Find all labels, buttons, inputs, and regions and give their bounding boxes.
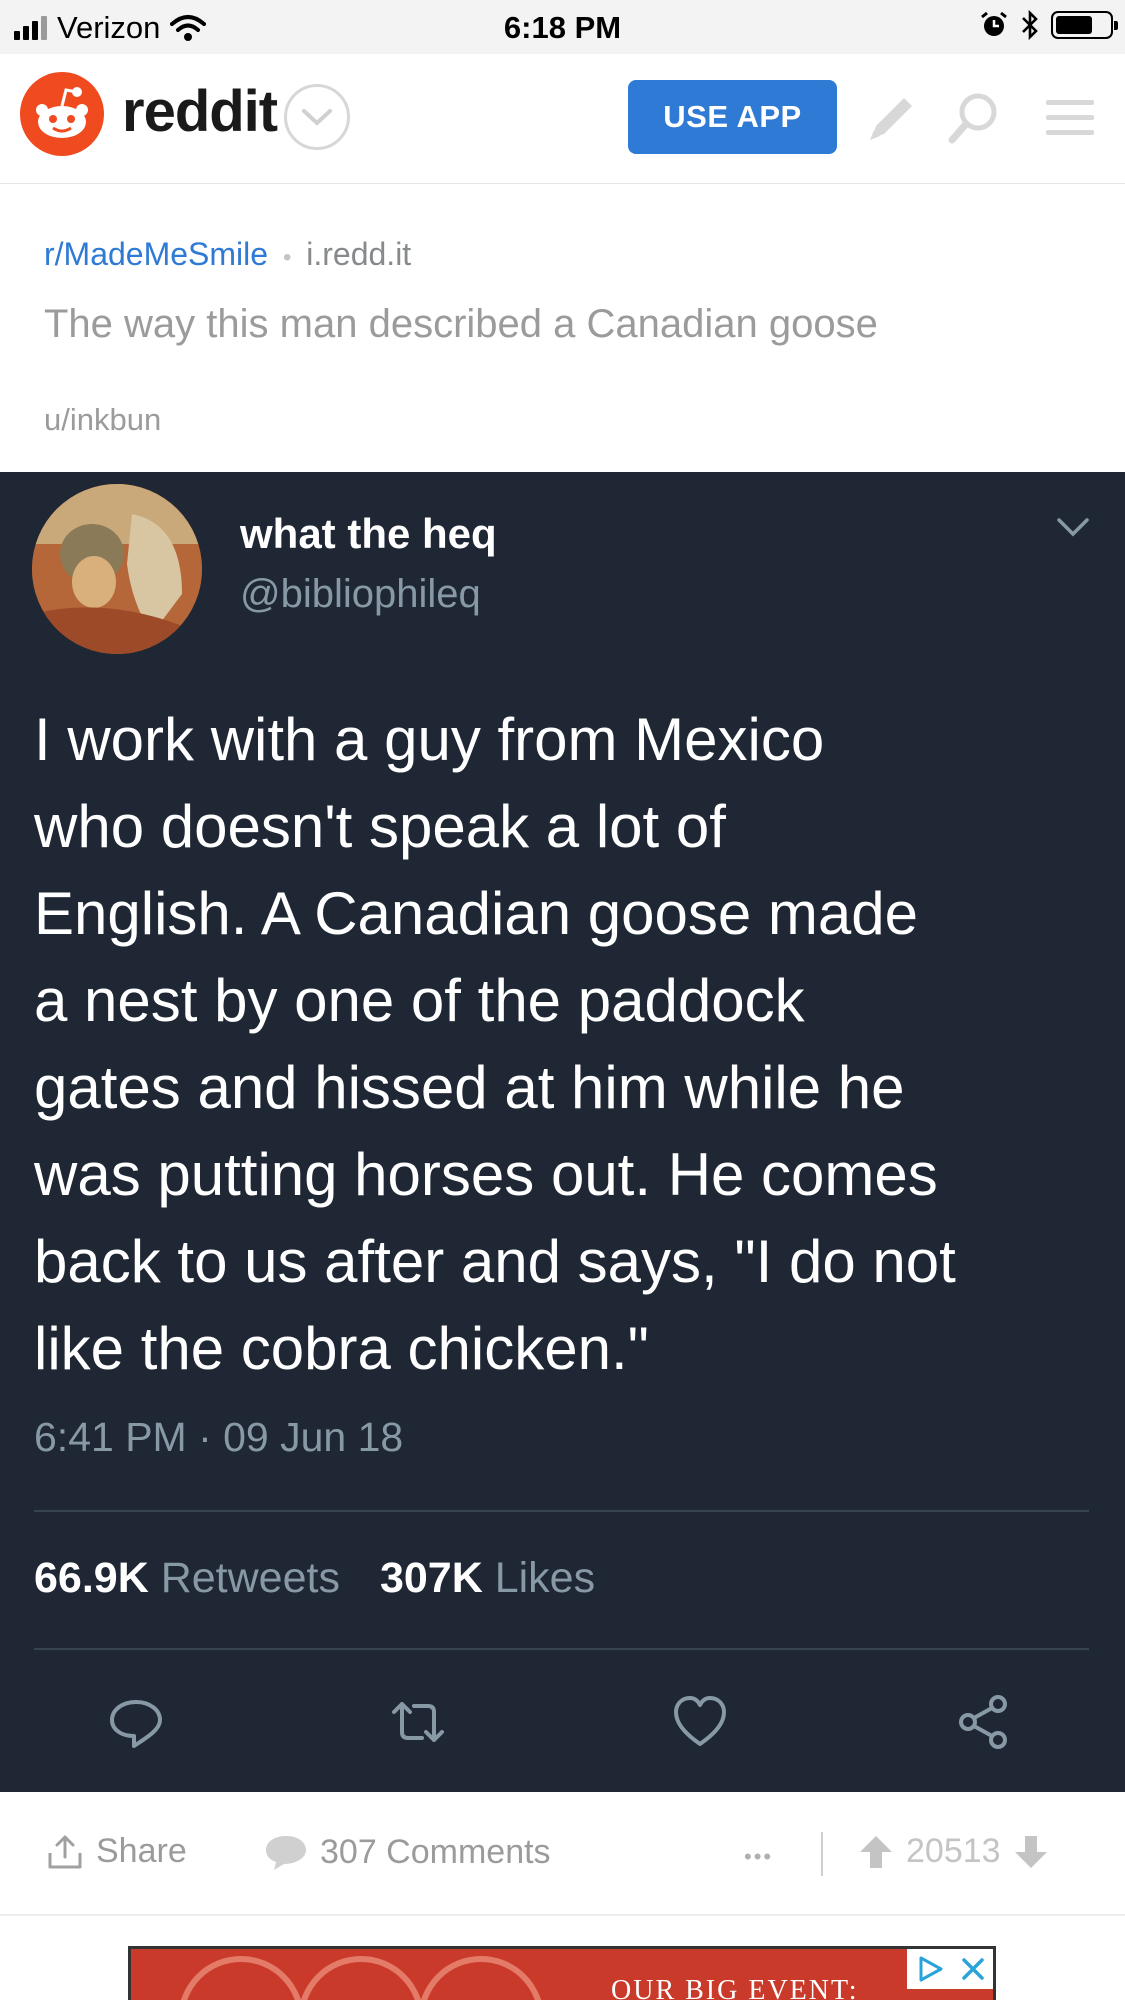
like-stat: 307K Likes [380, 1554, 595, 1603]
post-author-link[interactable]: u/inkbun [44, 402, 161, 438]
close-icon[interactable] [960, 1956, 986, 1982]
post-actions-bar: Share 307 Comments ••• 20513 [0, 1792, 1125, 1916]
post-title[interactable]: The way this man described a Canadian go… [44, 302, 878, 347]
divider [821, 1832, 823, 1876]
comments-label: 307 Comments [320, 1832, 551, 1871]
chevron-down-icon[interactable] [284, 84, 350, 150]
upvote-arrow-icon[interactable] [858, 1834, 894, 1870]
adchoices-icon[interactable] [915, 1954, 945, 1984]
battery-icon [1051, 11, 1118, 39]
share-button[interactable]: Share [46, 1832, 187, 1871]
tweet-text-line: a nest by one of the paddock [34, 967, 805, 1034]
share-network-icon [959, 1695, 1007, 1749]
meta-separator: • [282, 244, 292, 271]
retweet-label: Retweets [160, 1554, 340, 1602]
alarm-icon [981, 11, 1007, 36]
ad-choices[interactable] [907, 1949, 993, 1989]
hamburger-menu-icon[interactable] [1040, 88, 1100, 148]
tweet-text-line: like the cobra chicken." [34, 1315, 649, 1382]
use-app-button[interactable]: USE APP [628, 80, 837, 154]
downvote-arrow-icon[interactable] [1013, 1834, 1049, 1870]
site-header: reddit USE APP [0, 54, 1125, 184]
reply-icon [110, 1700, 162, 1748]
chevron-down-icon [1057, 518, 1089, 537]
tweet-text-line: was putting horses out. He comes [34, 1141, 938, 1208]
subreddit-link[interactable]: r/MadeMeSmile [44, 236, 268, 272]
status-right [979, 9, 1118, 41]
like-label: Likes [494, 1554, 596, 1602]
ad-banner[interactable]: OUR BIG EVENT: [128, 1946, 996, 2000]
post-score: 20513 [906, 1832, 1001, 1870]
status-bar: Verizon 6:18 PM [0, 0, 1125, 54]
tweet-text-line: gates and hissed at him while he [34, 1054, 905, 1121]
tweet-text-line: English. A Canadian goose made [34, 880, 918, 947]
tweet-image[interactable]: what the heq @bibliophileq I work with a… [0, 472, 1125, 1792]
retweet-icon [392, 1702, 444, 1742]
tweet-text-line: back to us after and says, "I do not [34, 1228, 956, 1295]
tweet-handle: @bibliophileq [240, 572, 481, 616]
tweet-stats: 66.9K Retweets 307K Likes [34, 1554, 595, 1603]
reddit-logo-icon[interactable] [20, 72, 104, 156]
more-options-button[interactable]: ••• [744, 1844, 773, 1870]
share-label: Share [96, 1832, 187, 1870]
pencil-icon[interactable] [862, 88, 922, 148]
status-time: 6:18 PM [503, 10, 622, 45]
heart-icon [674, 1696, 726, 1746]
search-icon[interactable] [944, 88, 1004, 148]
divider [34, 1648, 1089, 1650]
post-domain-link[interactable]: i.redd.it [306, 236, 411, 272]
bluetooth-icon [1022, 9, 1038, 41]
ad-decoration [180, 1956, 542, 2000]
avatar [32, 484, 202, 654]
comment-bubble-icon [266, 1836, 306, 1870]
reddit-wordmark[interactable]: reddit [122, 78, 278, 145]
upload-icon [48, 1835, 82, 1868]
tweet-display-name: what the heq [240, 510, 497, 557]
tweet-text-line: I work with a guy from Mexico [34, 706, 825, 773]
tweet-timestamp: 6:41 PM · 09 Jun 18 [34, 1414, 404, 1460]
post-source-line: r/MadeMeSmile • i.redd.it [44, 236, 411, 273]
like-count: 307K [379, 1554, 483, 1602]
comments-button[interactable]: 307 Comments [264, 1832, 551, 1872]
post-header: r/MadeMeSmile • i.redd.it The way this m… [0, 184, 1125, 472]
tweet-text-line: who doesn't speak a lot of [34, 793, 726, 860]
divider [34, 1510, 1089, 1512]
retweet-stat: 66.9K Retweets [34, 1554, 340, 1603]
retweet-count: 66.9K [34, 1554, 149, 1602]
ad-text: OUR BIG EVENT: [611, 1975, 859, 2000]
tweet-text: I work with a guy from Mexico who doesn'… [34, 696, 1104, 1392]
vote-controls: 20513 [858, 1832, 1049, 1871]
